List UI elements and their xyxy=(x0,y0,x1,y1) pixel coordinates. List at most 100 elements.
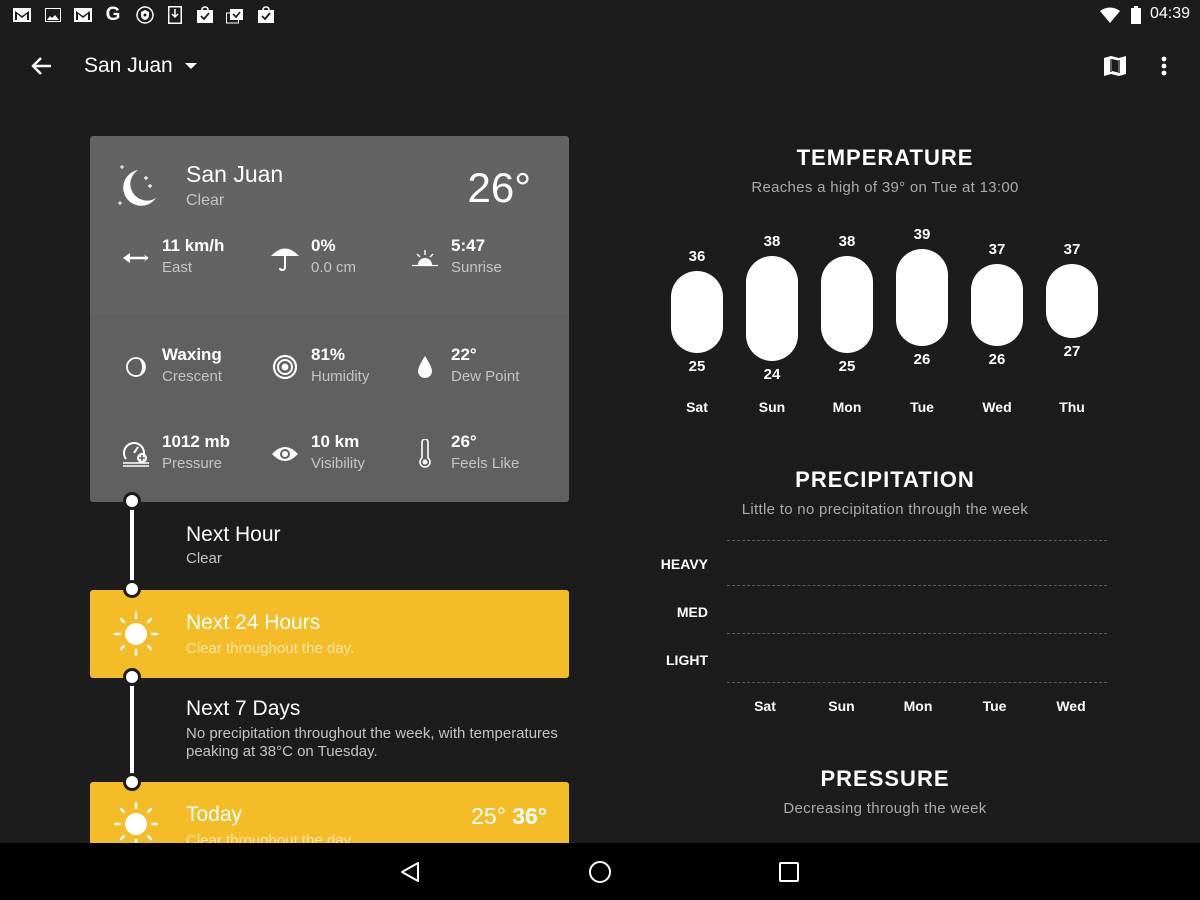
barometer-icon xyxy=(120,438,152,470)
location-title: San Juan xyxy=(84,54,173,77)
timeline-node xyxy=(123,580,141,598)
google-icon: G xyxy=(105,4,121,25)
timeline-next-7-days[interactable]: Next 7 Days No precipitation throughout … xyxy=(90,679,569,782)
timeline-node xyxy=(123,773,141,791)
pressure-title: PRESSURE xyxy=(820,766,950,791)
timeline-next-hour[interactable]: Next Hour Clear xyxy=(90,504,569,589)
temperature-day-label: Sat xyxy=(686,399,708,415)
more-options-button[interactable] xyxy=(1144,46,1184,86)
map-icon xyxy=(1104,56,1126,76)
grid-line xyxy=(727,585,1107,586)
wifi-icon xyxy=(1100,5,1120,25)
current-conditions-card[interactable]: San Juan Clear 26° 11 km/h East 0% 0.0 c… xyxy=(90,136,569,502)
today-low: 25° xyxy=(471,803,506,829)
precipitation-level-label: HEAVY xyxy=(660,556,708,572)
stat-precipitation-chance: 0% 0.0 cm xyxy=(269,236,409,286)
pressure-subtitle: Decreasing through the week xyxy=(783,800,987,817)
timeline-title: Next 24 Hours xyxy=(186,611,321,634)
temperature-high-label: 37 xyxy=(1063,240,1081,258)
wind-arrow-icon xyxy=(120,242,152,274)
temperature-high-label: 38 xyxy=(763,233,781,251)
moon-phase-icon xyxy=(120,351,152,383)
stat-humidity: 81% Humidity xyxy=(269,345,409,395)
location-selector[interactable]: San Juan xyxy=(84,54,197,78)
temperature-low-label: 24 xyxy=(763,365,781,383)
nav-recents-button[interactable] xyxy=(769,855,809,889)
grid-line xyxy=(727,633,1107,634)
precipitation-day-label: Tue xyxy=(982,698,1007,714)
gmail-icon xyxy=(73,5,93,25)
precipitation-subtitle: Little to no precipitation through the w… xyxy=(741,501,1029,518)
back-button[interactable] xyxy=(22,46,62,86)
photo-icon xyxy=(43,5,63,25)
stat-wind: 11 km/h East xyxy=(120,236,260,286)
nav-home-button[interactable] xyxy=(580,855,620,889)
precipitation-level-label: LIGHT xyxy=(666,652,708,668)
grid-line xyxy=(727,682,1107,683)
sunrise-icon xyxy=(409,242,441,274)
precipitation-day-label: Sat xyxy=(754,698,776,714)
temperature-bar xyxy=(1046,263,1098,339)
timeline-node xyxy=(123,668,141,686)
timeline-subtitle: Clear throughout the day. xyxy=(186,640,355,657)
temperature-high-label: 36 xyxy=(688,248,706,266)
temperature-day-label: Mon xyxy=(832,399,862,415)
temperature-day-label: Tue xyxy=(910,399,934,415)
temperature-title: TEMPERATURE xyxy=(796,145,974,170)
temperature-day-label: Thu xyxy=(1059,399,1085,415)
today-temperature-range: 25° 36° xyxy=(471,803,547,830)
play-store-check-icon xyxy=(195,5,215,25)
precipitation-title: PRECIPITATION xyxy=(795,467,975,492)
precipitation-day-label: Wed xyxy=(1056,698,1086,714)
temperature-bar xyxy=(746,256,798,361)
status-bar: G 04:39 xyxy=(0,0,1200,30)
nav-recents-icon xyxy=(779,862,799,882)
temperature-day-label: Sun xyxy=(758,399,786,415)
nav-back-icon xyxy=(401,862,419,882)
timeline-node xyxy=(123,492,141,510)
gmail-icon xyxy=(12,5,32,25)
temperature-high-label: 37 xyxy=(988,240,1006,258)
sun-icon xyxy=(113,611,159,657)
timeline-next-24-hours[interactable]: Next 24 Hours Clear throughout the day. xyxy=(90,590,569,678)
timeline-subtitle: Clear xyxy=(186,550,222,567)
precipitation-day-label: Sun xyxy=(828,698,855,714)
eye-icon xyxy=(269,438,301,470)
system-navigation-bar xyxy=(0,843,1200,900)
timeline-subtitle: No precipitation throughout the week, wi… xyxy=(186,725,558,760)
sun-icon xyxy=(113,801,159,847)
timeline-title: Next 7 Days xyxy=(186,697,301,720)
temperature-subtitle: Reaches a high of 39° on Tue at 13:00 xyxy=(751,179,1019,196)
more-vert-icon xyxy=(1161,56,1167,76)
temperature-bar xyxy=(896,249,948,346)
stat-sunrise: 5:47 Sunrise xyxy=(409,236,549,286)
temperature-low-label: 27 xyxy=(1063,343,1081,361)
clock: 04:39 xyxy=(1149,5,1190,22)
nav-back-button[interactable] xyxy=(390,855,430,889)
stat-moon-phase: Waxing Crescent xyxy=(120,345,260,395)
temperature-high-label: 39 xyxy=(913,226,931,243)
precipitation-level-label: MED xyxy=(676,604,708,620)
play-store-check-icon xyxy=(256,5,276,25)
today-high: 36° xyxy=(512,803,547,829)
temperature-low-label: 26 xyxy=(988,350,1006,368)
temperature-high-label: 38 xyxy=(838,233,856,251)
caret-down-icon xyxy=(184,62,197,69)
temperature-day-label: Wed xyxy=(982,399,1012,415)
app-bar: San Juan xyxy=(0,30,1200,102)
map-button[interactable] xyxy=(1095,46,1135,86)
stat-visibility: 10 km Visibility xyxy=(269,432,409,482)
card-city-name: San Juan xyxy=(186,161,284,187)
umbrella-icon xyxy=(269,242,301,274)
download-icon xyxy=(165,5,185,25)
timeline-title: Next Hour xyxy=(186,523,281,546)
temperature-bar xyxy=(821,256,873,354)
temperature-low-label: 26 xyxy=(913,350,931,368)
play-store-multi-check-icon xyxy=(225,5,245,25)
stat-pressure: 1012 mb Pressure xyxy=(120,432,260,482)
grid-line xyxy=(727,540,1107,541)
temperature-low-label: 25 xyxy=(838,358,856,376)
stat-dew-point: 22° Dew Point xyxy=(409,345,549,395)
temperature-bar xyxy=(671,271,723,354)
temperature-low-label: 25 xyxy=(688,358,706,376)
